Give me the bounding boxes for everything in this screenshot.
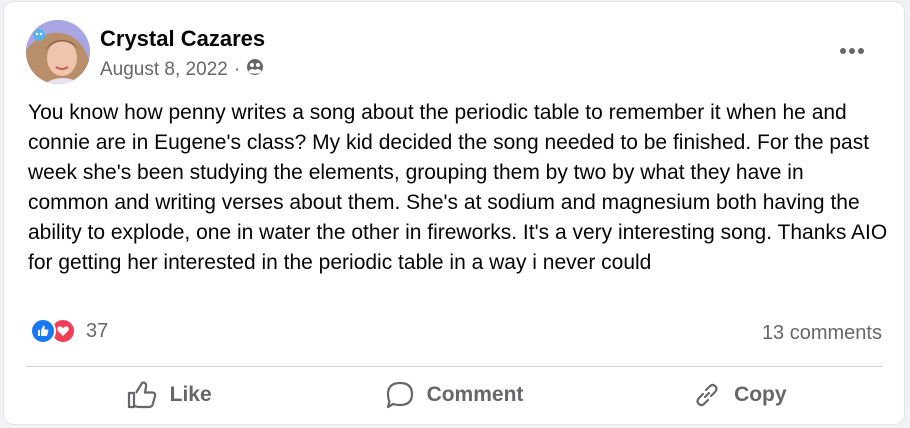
action-bar: Like Comment Copy xyxy=(26,372,882,418)
meta-separator: · xyxy=(233,59,241,80)
author-name[interactable]: Crystal Cazares xyxy=(100,26,265,52)
comment-bubble-icon xyxy=(386,381,413,409)
post-date[interactable]: August 8, 2022 xyxy=(100,59,228,81)
copy-label: Copy xyxy=(734,383,787,406)
comment-label: Comment xyxy=(426,383,524,406)
post-text: You know how penny writes a song about t… xyxy=(28,101,888,274)
divider xyxy=(26,366,882,367)
reaction-count: 37 xyxy=(86,319,109,342)
post-meta: August 8, 2022 · xyxy=(100,58,264,82)
thumbs-up-icon xyxy=(127,381,156,409)
comment-button[interactable]: Comment xyxy=(311,372,596,418)
like-button[interactable]: Like xyxy=(26,372,311,418)
post-card: Crystal Cazares August 8, 2022 · You kno… xyxy=(4,2,904,424)
more-options-button[interactable] xyxy=(830,36,874,66)
friends-icon xyxy=(246,58,264,82)
reactions-summary[interactable]: 37 xyxy=(30,318,108,344)
link-icon xyxy=(696,383,718,407)
comments-count[interactable]: 13 comments xyxy=(762,322,882,345)
copy-button[interactable]: Copy xyxy=(597,372,882,418)
like-label: Like xyxy=(169,383,212,406)
like-reaction-icon xyxy=(30,318,56,344)
more-dots-icon xyxy=(840,48,864,54)
avatar[interactable] xyxy=(26,20,90,84)
